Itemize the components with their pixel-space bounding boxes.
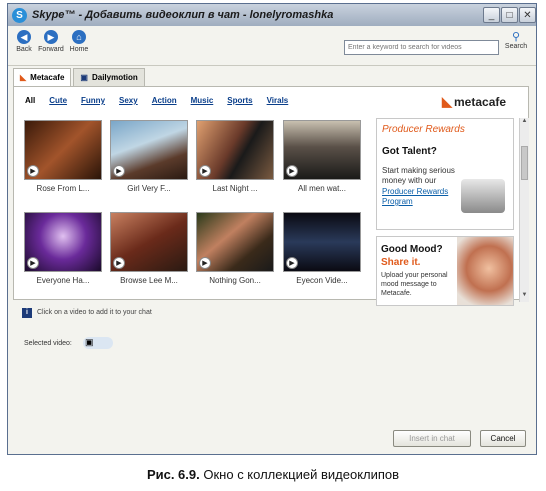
video-title[interactable]: Last Night ... — [193, 184, 277, 193]
back-arrow-icon: ◀ — [17, 30, 31, 44]
video-title[interactable]: Browse Lee M... — [107, 276, 191, 285]
search-icon: ⚲ — [511, 31, 521, 43]
video-thumbnail[interactable]: ▶ — [283, 120, 361, 180]
scroll-thumb[interactable] — [521, 146, 528, 180]
play-icon: ▶ — [199, 165, 211, 177]
close-button[interactable]: ✕ — [519, 7, 536, 23]
category-music[interactable]: Music — [191, 96, 214, 105]
provider-tabs: ◣ Metacafe ▣ Dailymotion — [13, 68, 147, 86]
info-icon: i — [22, 307, 32, 318]
search-button[interactable]: ⚲ Search — [502, 30, 530, 50]
metacafe-logo-icon: ◣ — [442, 94, 452, 109]
category-virals[interactable]: Virals — [267, 96, 289, 105]
mood-message-ad[interactable]: Good Mood? Share it. Upload your persona… — [376, 236, 514, 306]
play-icon: ▶ — [27, 165, 39, 177]
video-thumbnail[interactable]: ▶ — [196, 212, 274, 272]
figure-text: Окно с коллекцией видеоклипов — [203, 467, 400, 482]
metacafe-icon: ◣ — [20, 73, 27, 82]
metacafe-logo: ◣ metacafe — [442, 94, 506, 110]
search-label: Search — [504, 43, 528, 50]
ad-header: Producer Rewards — [382, 124, 465, 135]
home-icon: ⌂ — [72, 30, 86, 44]
ad2-headline: Good Mood? — [381, 244, 443, 255]
skype-icon: S — [12, 7, 27, 23]
window-title: Skype™ - Добавить видеоклип в чат - lone… — [32, 9, 334, 21]
hint-text: Click on a video to add it to your chat — [37, 309, 152, 316]
selected-video-icon: ▣ — [83, 337, 113, 349]
forward-arrow-icon: ▶ — [44, 30, 58, 44]
producer-rewards-ad[interactable]: Producer Rewards Got Talent? Start makin… — [376, 118, 514, 230]
ad2-subheadline: Share it. — [381, 257, 421, 268]
search-input[interactable] — [344, 40, 499, 55]
producer-rewards-link[interactable]: Producer Rewards Program — [382, 187, 460, 207]
insert-in-chat-button[interactable]: Insert in chat — [393, 430, 471, 447]
dailymotion-icon: ▣ — [80, 73, 88, 82]
video-title[interactable]: All men wat... — [280, 184, 364, 193]
play-icon: ▶ — [286, 257, 298, 269]
vertical-scrollbar[interactable]: ▲ ▼ — [519, 118, 529, 302]
category-sexy[interactable]: Sexy — [119, 96, 138, 105]
camcorder-icon — [461, 179, 505, 213]
forward-label: Forward — [38, 46, 64, 53]
video-thumbnail[interactable]: ▶ — [110, 120, 188, 180]
tab-metacafe[interactable]: ◣ Metacafe — [13, 68, 72, 86]
video-title[interactable]: Nothing Gon... — [193, 276, 277, 285]
video-title[interactable]: Eyecon Vide... — [280, 276, 364, 285]
video-title[interactable]: Girl Very F... — [107, 184, 191, 193]
woman-photo — [457, 237, 513, 305]
cancel-button[interactable]: Cancel — [480, 430, 526, 447]
scroll-down-icon[interactable]: ▼ — [520, 292, 529, 302]
ad-headline: Got Talent? — [382, 146, 437, 157]
back-button[interactable]: ◀ Back — [11, 30, 37, 53]
video-thumbnail[interactable]: ▶ — [110, 212, 188, 272]
figure-label: Рис. 6.9. — [146, 467, 200, 482]
back-label: Back — [16, 46, 32, 53]
figure-caption: Рис. 6.9. Окно с коллекцией видеоклипов — [0, 467, 546, 482]
category-funny[interactable]: Funny — [81, 96, 105, 105]
video-thumbnail[interactable]: ▶ — [283, 212, 361, 272]
video-thumbnail[interactable]: ▶ — [196, 120, 274, 180]
toolbar: ◀ Back ▶ Forward ⌂ Home ⚲ Search — [8, 26, 536, 66]
ad2-body: Upload your personal mood message to Met… — [381, 272, 448, 297]
video-thumbnail[interactable]: ▶ — [24, 120, 102, 180]
category-cute[interactable]: Cute — [49, 96, 67, 105]
category-sports[interactable]: Sports — [227, 96, 252, 105]
forward-button[interactable]: ▶ Forward — [38, 30, 64, 53]
selected-video-label: Selected video: — [24, 340, 72, 347]
video-title[interactable]: Rose From L... — [21, 184, 105, 193]
video-thumbnail[interactable]: ▶ — [24, 212, 102, 272]
play-icon: ▶ — [286, 165, 298, 177]
tab-dailymotion[interactable]: ▣ Dailymotion — [73, 68, 145, 86]
tab-label: Metacafe — [30, 73, 65, 82]
hint-bar: i Click on a video to add it to your cha… — [22, 305, 531, 320]
scroll-up-icon[interactable]: ▲ — [520, 118, 529, 128]
maximize-button[interactable]: □ — [501, 7, 518, 23]
play-icon: ▶ — [113, 165, 125, 177]
tab-label: Dailymotion — [91, 73, 138, 82]
play-icon: ▶ — [113, 257, 125, 269]
home-label: Home — [69, 46, 89, 53]
category-bar: All Cute Funny Sexy Action Music Sports … — [25, 96, 302, 105]
video-title[interactable]: Everyone Ha... — [21, 276, 105, 285]
logo-text: metacafe — [454, 95, 507, 109]
home-button[interactable]: ⌂ Home — [66, 30, 92, 53]
title-bar[interactable]: S Skype™ - Добавить видеоклип в чат - lo… — [8, 4, 536, 26]
ad-body: Start making serious money with our — [382, 166, 455, 185]
play-icon: ▶ — [27, 257, 39, 269]
play-icon: ▶ — [199, 257, 211, 269]
minimize-button[interactable]: _ — [483, 7, 500, 23]
category-all[interactable]: All — [25, 96, 35, 105]
category-action[interactable]: Action — [152, 96, 177, 105]
